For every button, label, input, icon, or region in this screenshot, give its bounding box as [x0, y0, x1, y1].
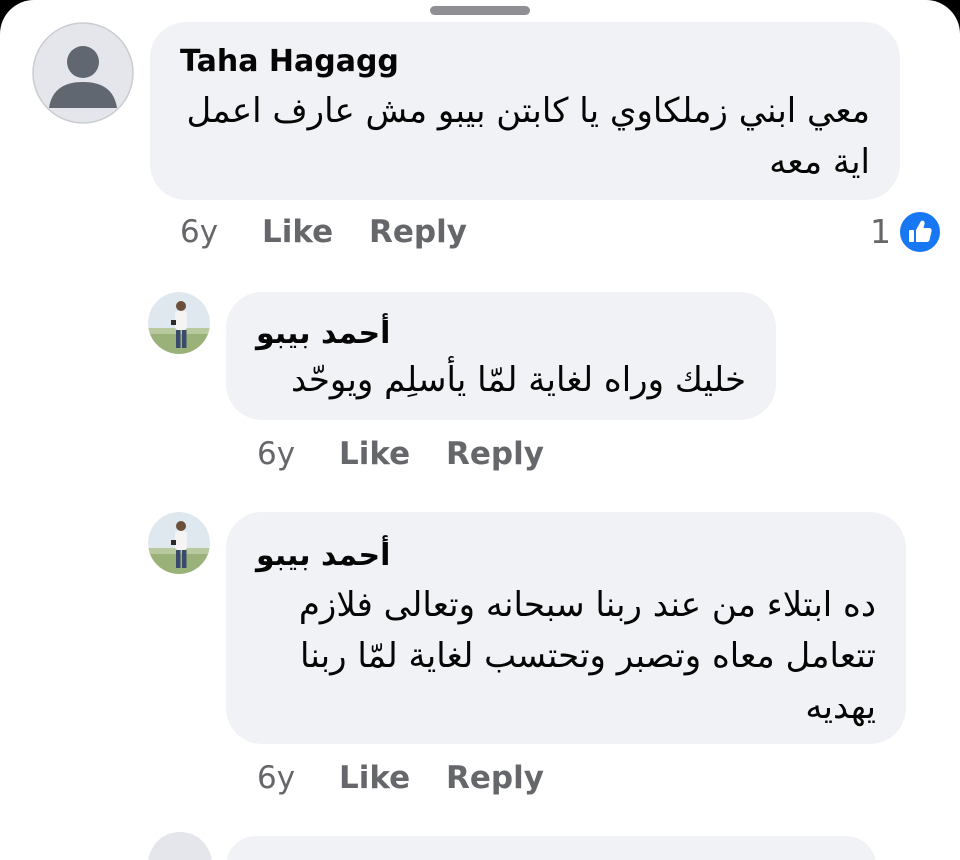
- comment-bubble[interactable]: أحمد بيبو خليك وراه لغاية لمّا يأسلِم وي…: [226, 292, 776, 420]
- comment-text-line: اية معه: [769, 142, 870, 182]
- comment-text-line: تتعامل معاه وتصبر وتحتسب لغاية لمّا ربنا: [300, 636, 876, 676]
- comments-sheet: Taha Hagagg معي ابني زملكاوي يا كابتن بي…: [0, 0, 960, 860]
- sheet-grabber-handle[interactable]: [430, 6, 530, 15]
- comment-author[interactable]: أحمد بيبو: [256, 538, 390, 573]
- comment-text-line: خليك وراه لغاية لمّا يأسلِم ويوحّد: [290, 360, 746, 400]
- comment-age: 6y: [257, 436, 296, 472]
- next-comment-avatar[interactable]: [148, 832, 212, 860]
- reply-button[interactable]: Reply: [446, 760, 544, 796]
- comment-actions: 6y Like Reply: [257, 760, 657, 800]
- avatar-profile-photo[interactable]: [148, 292, 210, 354]
- next-comment-bubble[interactable]: [226, 836, 876, 860]
- avatar-default-profile-icon[interactable]: [32, 22, 134, 124]
- comment-age: 6y: [257, 760, 296, 796]
- like-button[interactable]: Like: [262, 214, 333, 250]
- comment-bubble[interactable]: Taha Hagagg معي ابني زملكاوي يا كابتن بي…: [150, 22, 900, 200]
- comment-text-line: يهديه: [805, 687, 876, 727]
- comment-author[interactable]: أحمد بيبو: [256, 316, 390, 351]
- comment-age: 6y: [180, 214, 219, 250]
- like-button[interactable]: Like: [339, 436, 410, 472]
- avatar-profile-photo[interactable]: [148, 512, 210, 574]
- like-button[interactable]: Like: [339, 760, 410, 796]
- comment-author[interactable]: Taha Hagagg: [180, 44, 399, 79]
- comment-bubble[interactable]: أحمد بيبو ده ابتلاء من عند ربنا سبحانه و…: [226, 512, 906, 744]
- reply-button[interactable]: Reply: [369, 214, 467, 250]
- comment-actions: 6y Like Reply: [257, 436, 657, 476]
- comment-text-line: ده ابتلاء من عند ربنا سبحانه وتعالى فلاز…: [298, 585, 876, 625]
- reaction-count: 1: [870, 212, 891, 251]
- like-icon: [898, 210, 942, 254]
- comment-text-line: معي ابني زملكاوي يا كابتن بيبو مش عارف ا…: [186, 91, 870, 131]
- reaction-summary[interactable]: 1: [870, 210, 946, 254]
- comment-actions: 6y Like Reply: [180, 214, 580, 254]
- reply-button[interactable]: Reply: [446, 436, 544, 472]
